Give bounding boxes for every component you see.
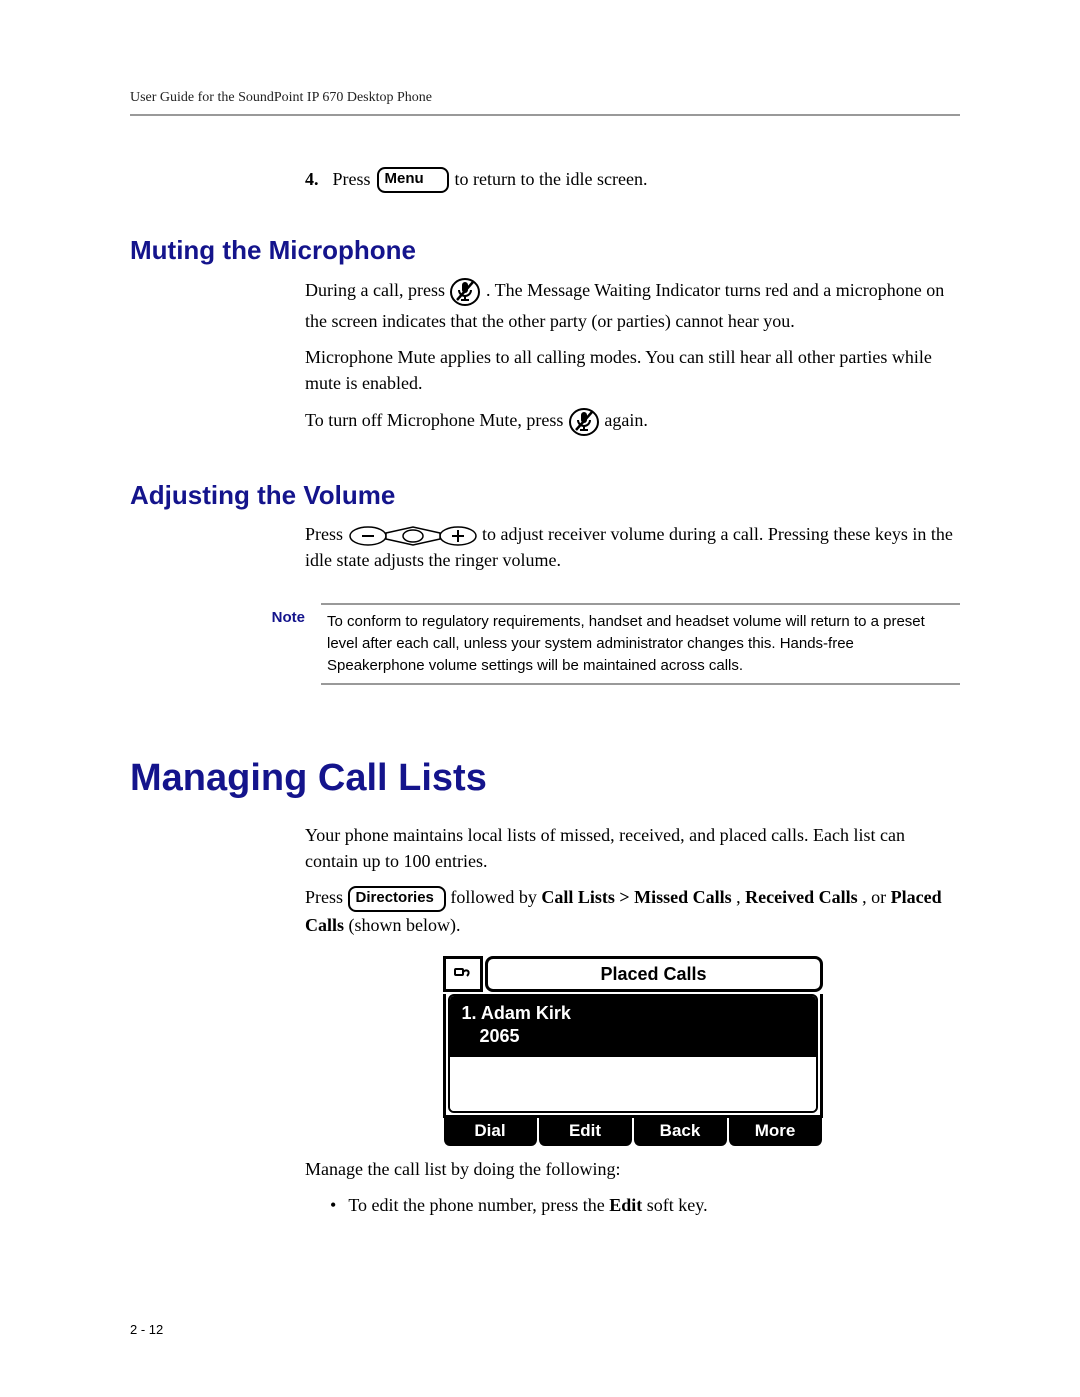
- bullet-marker: •: [330, 1192, 336, 1219]
- volume-body: Press to adjust receiver volume during a…: [305, 521, 960, 573]
- note-block: Note To conform to regulatory requiremen…: [235, 603, 960, 684]
- volume-rocker-icon: [348, 525, 478, 547]
- mute-p2: Microphone Mute applies to all calling m…: [305, 344, 960, 396]
- lists-p1: Your phone maintains local lists of miss…: [305, 822, 960, 874]
- mute-p3b: again.: [604, 410, 647, 430]
- mute-icon: [449, 276, 481, 308]
- phone-screen-illustration: Placed Calls 1. Adam Kirk 2065 Dial Edit…: [443, 956, 823, 1147]
- bullet-text-a: To edit the phone number, press the: [348, 1195, 609, 1215]
- screen-title: Placed Calls: [485, 956, 823, 992]
- lists-body: Your phone maintains local lists of miss…: [305, 822, 960, 1183]
- mute-p3a: To turn off Microphone Mute, press: [305, 410, 568, 430]
- lists-p2h: (shown below).: [349, 915, 461, 935]
- step-number: 4.: [305, 166, 319, 193]
- softkey-edit: Edit: [539, 1116, 632, 1147]
- lists-p3: Manage the call list by doing the follow…: [305, 1156, 960, 1182]
- lists-p2e: Received Calls: [745, 887, 857, 907]
- heading-volume: Adjusting the Volume: [130, 480, 960, 511]
- note-text: To conform to regulatory requirements, h…: [321, 603, 960, 684]
- mute-icon: [568, 406, 600, 438]
- phone-list-icon: [443, 956, 483, 992]
- softkey-more: More: [729, 1116, 822, 1147]
- heading-call-lists: Managing Call Lists: [130, 757, 960, 800]
- note-label: Note: [235, 603, 321, 684]
- blank-area: [450, 1057, 816, 1111]
- softkey-back: Back: [634, 1116, 727, 1147]
- step-text-after: to return to the idle screen.: [455, 166, 648, 193]
- page-number: 2 - 12: [130, 1322, 163, 1337]
- heading-muting: Muting the Microphone: [130, 235, 960, 266]
- lists-p2c: Call Lists > Missed Calls: [541, 887, 731, 907]
- lists-p2a: Press: [305, 887, 348, 907]
- muting-body: During a call, press . The Message Waiti…: [305, 276, 960, 438]
- softkey-dial: Dial: [444, 1116, 537, 1147]
- bullet-text-b: Edit: [609, 1195, 642, 1215]
- softkey-row: Dial Edit Back More: [443, 1116, 823, 1147]
- step-4: 4. Press Menu to return to the idle scre…: [305, 166, 960, 193]
- selected-entry: 1. Adam Kirk 2065: [450, 996, 816, 1057]
- entry-number: 2065: [462, 1025, 804, 1048]
- vol-p1a: Press: [305, 524, 348, 544]
- menu-button-graphic: Menu: [377, 167, 449, 193]
- bullet-text-c: soft key.: [647, 1195, 708, 1215]
- bullet-edit: • To edit the phone number, press the Ed…: [330, 1192, 960, 1219]
- directories-button-graphic: Directories: [348, 886, 446, 912]
- entry-name: 1. Adam Kirk: [462, 1002, 804, 1025]
- lists-p2b: followed by: [450, 887, 541, 907]
- page-header: User Guide for the SoundPoint IP 670 Des…: [130, 90, 960, 116]
- lists-p2d: ,: [736, 887, 745, 907]
- lists-p2f: , or: [862, 887, 891, 907]
- mute-p1a: During a call, press: [305, 280, 449, 300]
- step-text-before: Press: [333, 166, 371, 193]
